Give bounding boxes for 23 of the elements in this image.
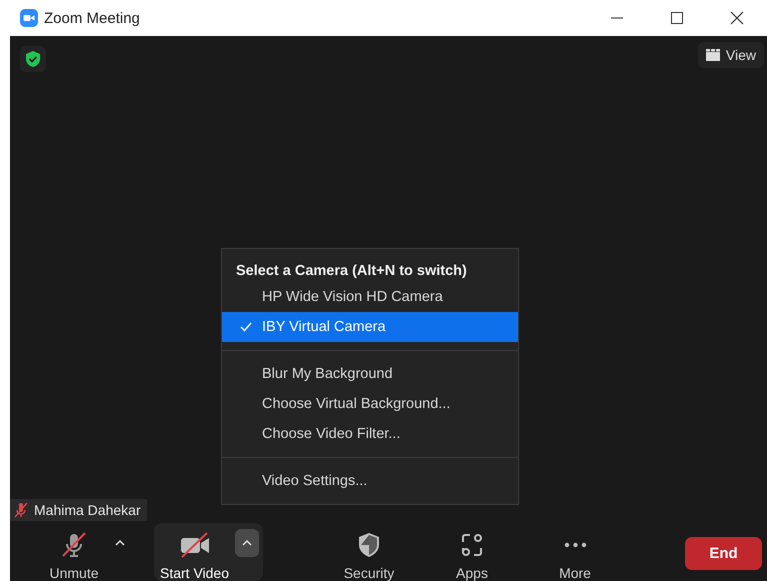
- video-off-icon: [178, 531, 210, 559]
- toolbar-button[interactable]: Apps: [438, 523, 506, 581]
- end-button[interactable]: End: [685, 537, 762, 570]
- view-button[interactable]: View: [698, 42, 764, 68]
- toolbar-button[interactable]: Unmute: [40, 523, 108, 581]
- caret-icon[interactable]: [235, 529, 260, 557]
- toolbar-button[interactable]: Security: [335, 523, 404, 581]
- muted-microphone-icon: [60, 531, 88, 559]
- more-icon: [564, 542, 587, 548]
- toolbar-button[interactable]: More: [541, 523, 610, 581]
- grid-view-icon: [706, 49, 720, 61]
- menu-heading: Select a Camera (Alt+N to switch): [235, 262, 468, 281]
- menu-item[interactable]: Choose Video Filter...: [222, 419, 518, 449]
- participant-name: Mahima Dahekar: [34, 502, 141, 518]
- app-logo-icon: [20, 9, 38, 27]
- encryption-shield-icon[interactable]: [20, 46, 46, 72]
- menu-item[interactable]: HP Wide Vision HD Camera: [222, 282, 518, 312]
- menu-item[interactable]: IBY Virtual Camera: [222, 312, 518, 342]
- window-title: Zoom Meeting: [44, 10, 140, 26]
- check-icon: [240, 322, 252, 332]
- menu-item[interactable]: Choose Virtual Background...: [222, 389, 518, 419]
- menu-item[interactable]: Blur My Background: [222, 359, 518, 389]
- menu-item[interactable]: Video Settings...: [222, 466, 518, 496]
